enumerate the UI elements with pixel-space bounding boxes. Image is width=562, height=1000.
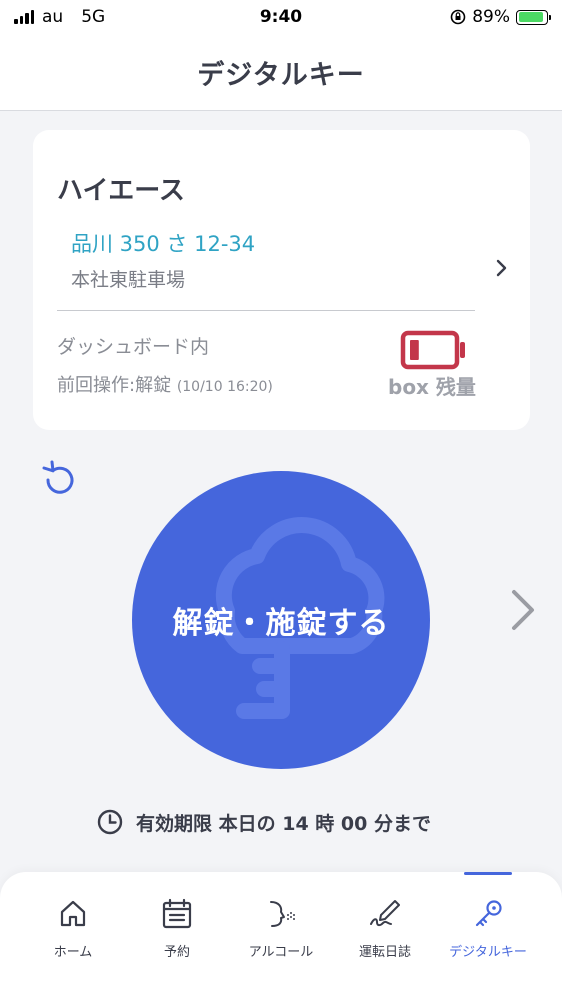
tab-label: 予約 bbox=[163, 945, 190, 960]
last-operation: 前回操作:解錠 (10/10 16:20) bbox=[57, 371, 273, 397]
network-label: 5G bbox=[81, 7, 106, 27]
last-operation-time: (10/10 16:20) bbox=[176, 379, 273, 395]
box-level-label: box 残量 bbox=[388, 375, 476, 399]
orientation-lock-icon bbox=[450, 9, 466, 25]
expiry-notice: 有効期限 本日の 14 時 00 分まで bbox=[96, 808, 431, 836]
tab-label: アルコール bbox=[248, 945, 314, 960]
vehicle-name: ハイエース bbox=[57, 176, 185, 206]
lock-unlock-button[interactable]: 解錠・施錠する bbox=[132, 471, 430, 769]
status-bar: au 5G 9:40 89% bbox=[0, 0, 562, 34]
breath-icon bbox=[270, 901, 295, 927]
chevron-right-icon[interactable] bbox=[495, 258, 509, 284]
clock-icon bbox=[97, 809, 123, 835]
license-plate: 品川 350 さ 12-34 bbox=[71, 232, 256, 256]
last-operation-label: 前回操作:解錠 bbox=[57, 375, 172, 396]
tab-label: 運転日誌 bbox=[358, 945, 411, 960]
card-divider bbox=[57, 310, 475, 311]
calendar-icon bbox=[162, 898, 192, 929]
status-right: 89% bbox=[450, 7, 551, 27]
chevron-right-icon[interactable] bbox=[508, 586, 540, 634]
header: デジタルキー bbox=[0, 34, 562, 111]
carrier-label: au bbox=[42, 7, 64, 27]
parking-location: 本社東駐車場 bbox=[71, 269, 186, 291]
tab-bar: ホーム 予約 アルコール 運転日誌 デジタルキー bbox=[0, 872, 562, 1000]
page-title: デジタルキー bbox=[197, 59, 365, 91]
signal-icon bbox=[14, 10, 34, 24]
tab-home[interactable]: ホーム bbox=[17, 872, 129, 1000]
low-battery-icon bbox=[400, 330, 465, 370]
tab-driving-log[interactable]: 運転日誌 bbox=[329, 872, 441, 1000]
key-location: ダッシュボード内 bbox=[57, 336, 210, 358]
battery-percent: 89% bbox=[472, 7, 510, 27]
key-icon bbox=[475, 900, 502, 927]
tab-reservation[interactable]: 予約 bbox=[121, 872, 233, 1000]
refresh-icon[interactable] bbox=[38, 458, 82, 502]
tab-alcohol[interactable]: アルコール bbox=[225, 872, 337, 1000]
vehicle-card[interactable]: ハイエース 品川 350 さ 12-34 本社東駐車場 ダッシュボード内 前回操… bbox=[33, 130, 530, 430]
expiry-text: 有効期限 本日の 14 時 00 分まで bbox=[136, 812, 431, 835]
lock-unlock-label: 解錠・施錠する bbox=[172, 606, 390, 641]
tab-label: ホーム bbox=[53, 945, 93, 960]
tab-label: デジタルキー bbox=[449, 945, 527, 960]
pen-icon bbox=[370, 900, 400, 927]
battery-icon bbox=[516, 9, 551, 25]
home-icon bbox=[60, 900, 86, 927]
status-left: au 5G bbox=[14, 7, 105, 27]
tab-digital-key[interactable]: デジタルキー bbox=[432, 872, 544, 1000]
